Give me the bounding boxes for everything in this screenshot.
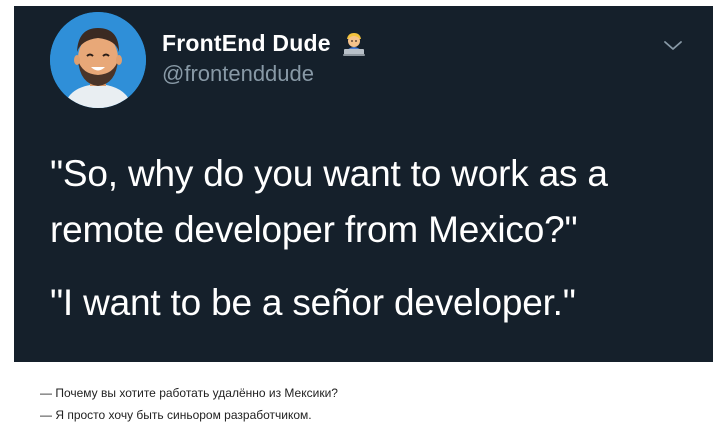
author-info: FrontEnd Dude @frontenddude <box>162 30 367 87</box>
caption: — Почему вы хотите работать удалённо из … <box>40 382 338 426</box>
avatar[interactable] <box>50 12 146 108</box>
display-name-row: FrontEnd Dude <box>162 30 367 57</box>
man-technologist-emoji-icon <box>341 31 367 57</box>
tweet-paragraph: "So, why do you want to work as a remote… <box>50 153 608 250</box>
caption-line: — Почему вы хотите работать удалённо из … <box>40 386 338 400</box>
handle[interactable]: @frontenddude <box>162 61 367 87</box>
caption-line: — Я просто хочу быть синьором разработчи… <box>40 408 312 422</box>
display-name[interactable]: FrontEnd Dude <box>162 30 331 57</box>
avatar-illustration <box>50 12 146 108</box>
tweet-text: "So, why do you want to work as a remote… <box>50 146 690 331</box>
tweet-paragraph: "I want to be a señor developer." <box>50 282 576 323</box>
tweet-card[interactable]: FrontEnd Dude @frontenddude "So, why do … <box>14 6 713 362</box>
page: FrontEnd Dude @frontenddude "So, why do … <box>0 0 719 436</box>
chevron-down-icon[interactable] <box>661 34 685 58</box>
